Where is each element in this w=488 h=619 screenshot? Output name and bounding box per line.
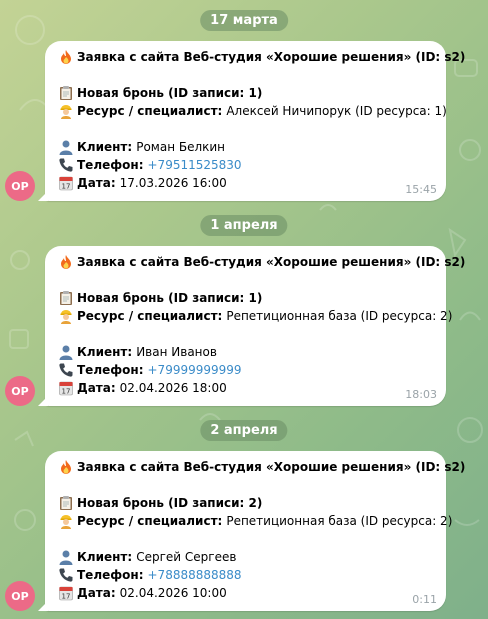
telephone-icon [57,157,74,174]
telephone-icon [57,567,74,584]
message-title: Заявка с сайта Веб-студия «Хорошие решен… [77,255,466,269]
fire-icon [57,254,74,271]
date-separator: 1 апреля [200,215,288,236]
client-value: Сергей Сергеев [136,550,237,564]
message-bubble[interactable]: Заявка с сайта Веб-студия «Хорошие решен… [38,41,465,201]
date-value: 02.04.2026 10:00 [119,586,227,600]
date-value: 17.03.2026 16:00 [119,176,227,190]
client-label: Клиент: [77,345,133,359]
phone-label: Телефон: [77,158,144,172]
date-separator: 17 марта [200,10,288,31]
date-label: Дата: [77,586,116,600]
bubble-tail [38,601,48,611]
phone-label: Телефон: [77,568,144,582]
bubble-tail [38,396,48,406]
date-label: Дата: [77,381,116,395]
worker-icon [57,513,74,530]
resource-value: Репетиционная база (ID ресурса: 2) [226,309,453,323]
resource-label: Ресурс / специалист: [77,104,223,118]
message-bubble[interactable]: Заявка с сайта Веб-студия «Хорошие решен… [38,246,465,406]
clipboard-icon [57,85,74,102]
calendar-icon: 17 [57,380,74,397]
client-label: Клиент: [77,140,133,154]
message-time: 0:11 [412,593,437,606]
date-separator: 2 апреля [200,420,288,441]
person-silhouette-icon [57,344,74,361]
message-time: 18:03 [405,388,437,401]
worker-icon [57,308,74,325]
date-value: 02.04.2026 18:00 [119,381,227,395]
client-value: Роман Белкин [136,140,226,154]
resource-value: Репетиционная база (ID ресурса: 2) [226,514,453,528]
phone-link[interactable]: +79999999999 [148,363,242,377]
message-title: Заявка с сайта Веб-студия «Хорошие решен… [77,460,466,474]
person-silhouette-icon [57,139,74,156]
person-silhouette-icon [57,549,74,566]
calendar-icon: 17 [57,585,74,602]
message-title: Заявка с сайта Веб-студия «Хорошие решен… [77,50,466,64]
phone-label: Телефон: [77,363,144,377]
booking-label: Новая бронь (ID записи: 1) [77,291,263,305]
svg-text:17: 17 [61,593,70,601]
phone-link[interactable]: +79511525830 [148,158,242,172]
resource-label: Ресурс / специалист: [77,309,223,323]
fire-icon [57,459,74,476]
calendar-icon: 17 [57,175,74,192]
avatar[interactable]: OP [5,376,35,406]
avatar[interactable]: OP [5,171,35,201]
client-value: Иван Иванов [136,345,217,359]
message-bubble[interactable]: Заявка с сайта Веб-студия «Хорошие решен… [38,451,465,611]
booking-label: Новая бронь (ID записи: 2) [77,496,263,510]
avatar[interactable]: OP [5,581,35,611]
phone-link[interactable]: +78888888888 [148,568,242,582]
bubble-tail [38,191,48,201]
client-label: Клиент: [77,550,133,564]
svg-text:17: 17 [61,388,70,396]
message-time: 15:45 [405,183,437,196]
worker-icon [57,103,74,120]
clipboard-icon [57,290,74,307]
clipboard-icon [57,495,74,512]
date-label: Дата: [77,176,116,190]
svg-text:17: 17 [61,183,70,191]
fire-icon [57,49,74,66]
telephone-icon [57,362,74,379]
booking-label: Новая бронь (ID записи: 1) [77,86,263,100]
resource-label: Ресурс / специалист: [77,514,223,528]
resource-value: Алексей Ничипорук (ID ресурса: 1) [226,104,447,118]
